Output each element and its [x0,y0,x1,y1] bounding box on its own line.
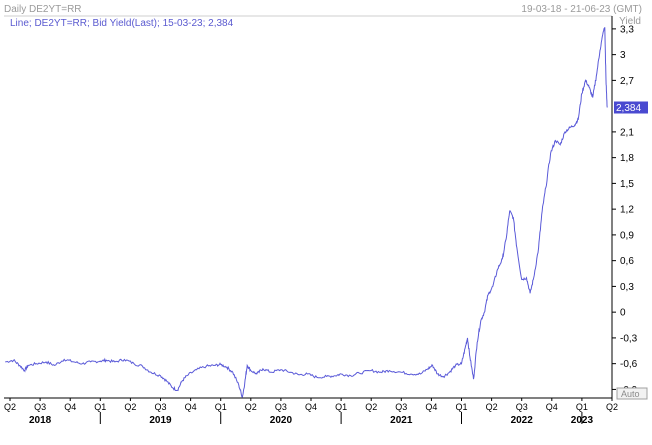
y-tick-label: 1,8 [620,153,634,164]
auto-scale-label: Auto [621,389,640,399]
x-tick-label: Q2 [486,402,498,412]
x-tick-label: Q2 [365,402,377,412]
x-tick-label: Q3 [395,402,407,412]
legend-text: Line; DE2YT=RR; Bid Yield(Last); 15-03-2… [10,18,234,29]
y-tick-label: 0,6 [620,256,634,267]
x-tick-label: Q3 [155,402,167,412]
x-tick-label: Q1 [335,402,347,412]
y-tick-label: 2,7 [620,76,634,87]
date-range: 19-03-18 - 21-06-23 (GMT) [521,4,642,15]
y-tick-label: 0,3 [620,282,634,293]
y-tick-label: 0 [620,308,626,319]
last-value-label: 2,384 [616,103,641,114]
y-tick-label: -0,6 [620,359,638,370]
year-label: 2020 [270,415,293,426]
x-tick-label: Q1 [455,402,467,412]
x-tick-label: Q3 [34,402,46,412]
x-tick-label: Q1 [576,402,588,412]
x-tick-label: Q4 [185,402,197,412]
auto-scale-button[interactable]: Auto [616,387,648,400]
x-axis-ticks: Q2 Q3 Q4 Q1 Q2 Q3 Q4 Q1 Q2 Q3 Q4 Q1 Q2 Q3 Q4 Q1 Q2 Q3 Q4 Q1… [4,398,618,426]
x-tick-label: Q2 [245,402,257,412]
x-tick-label: Q1 [215,402,227,412]
x-tick-label: Q2 [4,402,16,412]
series-layer [5,27,608,399]
year-label: 2023 [571,415,594,426]
y-tick-label: -0,3 [620,333,638,344]
x-tick-label: Q4 [305,402,317,412]
y-axis-ticks: 3,332,72,11,81,51,20,90,60,30-0,3-0,6-0,… [612,24,638,396]
chart-svg: Daily DE2YT=RR 19-03-18 - 21-06-23 (GMT)… [4,4,648,426]
y-tick-label: 3 [620,50,626,61]
x-tick-label: Q3 [275,402,287,412]
year-label: 2018 [29,415,52,426]
chart-title: Daily DE2YT=RR [4,4,82,15]
y-tick-label: 1,2 [620,205,634,216]
y-tick-label: 3,3 [620,24,634,35]
x-tick-label: Q3 [516,402,528,412]
x-tick-label: Q4 [425,402,437,412]
year-label: 2019 [149,415,172,426]
series-line [5,27,608,399]
y-tick-label: 0,9 [620,230,634,241]
x-tick-label: Q2 [606,402,618,412]
year-label: 2021 [390,415,413,426]
year-label: 2022 [511,415,534,426]
chart: Daily DE2YT=RR 19-03-18 - 21-06-23 (GMT)… [0,0,652,440]
x-tick-label: Q4 [64,402,76,412]
y-tick-label: 2,1 [620,127,634,138]
last-value-marker: 2,384 [614,101,648,114]
y-tick-label: 1,5 [620,179,634,190]
x-tick-label: Q2 [124,402,136,412]
x-tick-label: Q4 [546,402,558,412]
x-tick-label: Q1 [94,402,106,412]
